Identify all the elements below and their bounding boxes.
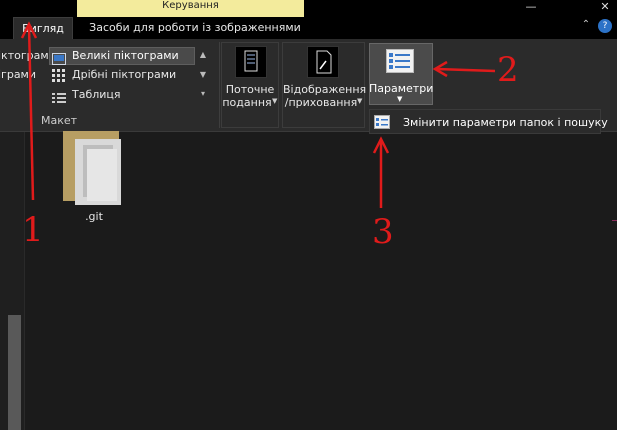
annotation-label-3: 3: [372, 212, 394, 252]
annotation-overlay: [20, 21, 496, 208]
edge-mark: [612, 220, 617, 221]
annotation-label-1: 1: [22, 210, 44, 250]
annotation-arrow-1: [27, 25, 35, 201]
annotation-arrow-2: [436, 67, 496, 73]
annotation-label-2: 2: [497, 50, 519, 90]
